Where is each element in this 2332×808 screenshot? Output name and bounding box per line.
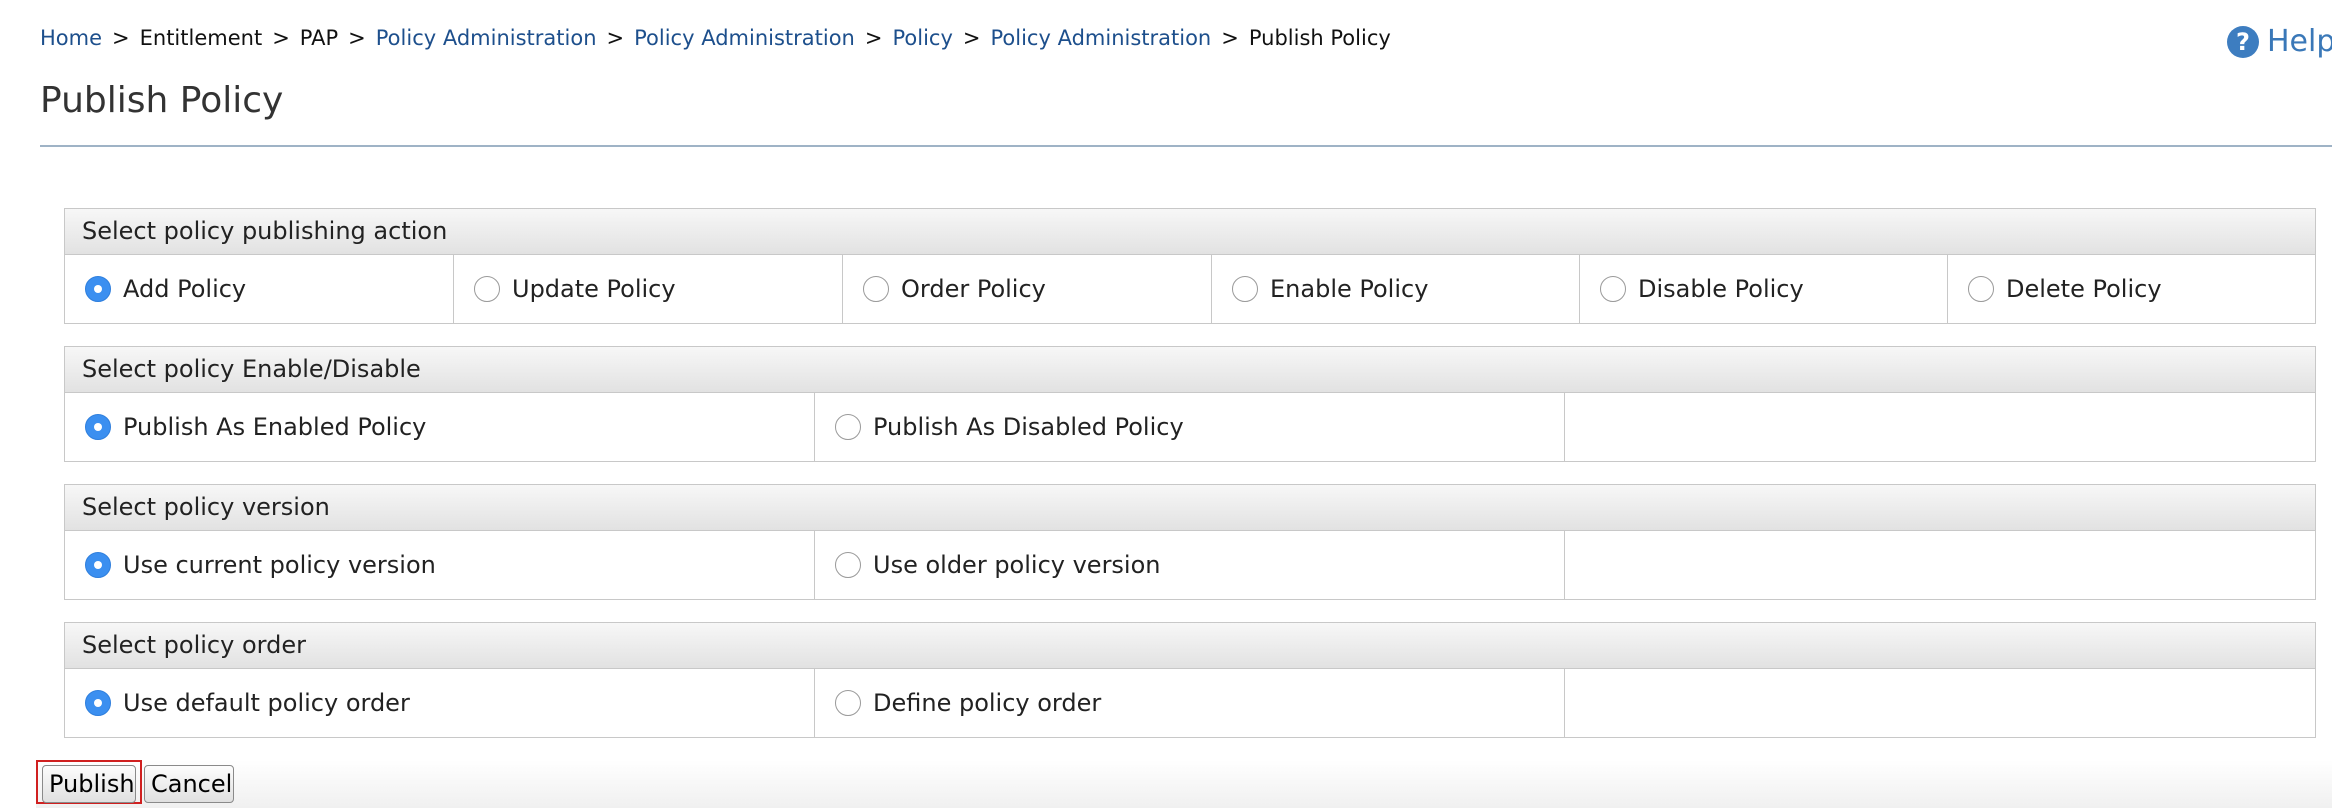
help-link[interactable]: ? Help [2227,24,2332,59]
section-header: Select policy Enable/Disable [65,347,2315,393]
radio-label: Publish As Disabled Policy [873,413,1184,441]
policy-order-options: Use default policy order Define policy o… [65,669,2315,737]
policy-version-section: Select policy version Use current policy… [64,484,2316,600]
policy-version-options: Use current policy version Use older pol… [65,531,2315,599]
radio-button-checked[interactable] [85,276,111,302]
empty-cell [1565,531,2315,599]
radio-label: Publish As Enabled Policy [123,413,427,441]
title-divider [40,145,2332,147]
radio-publish-enabled[interactable]: Publish As Enabled Policy [65,393,815,461]
breadcrumb-entitlement: Entitlement [139,26,263,50]
radio-button[interactable] [474,276,500,302]
button-bar: Publish Cancel [36,760,2332,808]
radio-button-checked[interactable] [85,414,111,440]
section-header: Select policy order [65,623,2315,669]
radio-button[interactable] [1232,276,1258,302]
breadcrumb-separator: > [864,26,883,50]
breadcrumb-separator: > [962,26,981,50]
radio-button[interactable] [835,690,861,716]
publishing-action-section: Select policy publishing action Add Poli… [64,208,2316,324]
radio-label: Delete Policy [2006,275,2162,303]
radio-delete-policy[interactable]: Delete Policy [1948,255,2315,323]
radio-button[interactable] [1600,276,1626,302]
breadcrumb-separator: > [112,26,130,50]
radio-order-policy[interactable]: Order Policy [843,255,1212,323]
cancel-button[interactable]: Cancel [144,765,234,803]
empty-cell [1565,393,2315,461]
radio-update-policy[interactable]: Update Policy [454,255,843,323]
section-header: Select policy version [65,485,2315,531]
radio-label: Update Policy [512,275,676,303]
radio-label: Use default policy order [123,689,410,717]
radio-button-checked[interactable] [85,552,111,578]
radio-label: Disable Policy [1638,275,1804,303]
breadcrumb-policy[interactable]: Policy [892,26,952,50]
radio-default-order[interactable]: Use default policy order [65,669,815,737]
publishing-action-options: Add Policy Update Policy Order Policy En… [65,255,2315,323]
breadcrumb-policy-administration-3[interactable]: Policy Administration [991,26,1212,50]
breadcrumb-policy-administration-1[interactable]: Policy Administration [376,26,597,50]
enable-disable-options: Publish As Enabled Policy Publish As Dis… [65,393,2315,461]
radio-label: Add Policy [123,275,247,303]
breadcrumb-home[interactable]: Home [40,26,102,50]
radio-label: Use older policy version [873,551,1161,579]
radio-button[interactable] [863,276,889,302]
radio-button[interactable] [835,414,861,440]
breadcrumb-separator: > [348,26,366,50]
breadcrumb-separator: > [1221,26,1239,50]
radio-label: Define policy order [873,689,1102,717]
radio-current-version[interactable]: Use current policy version [65,531,815,599]
radio-button[interactable] [835,552,861,578]
radio-older-version[interactable]: Use older policy version [815,531,1565,599]
radio-define-order[interactable]: Define policy order [815,669,1565,737]
empty-cell [1565,669,2315,737]
breadcrumb-separator: > [272,26,290,50]
breadcrumb-policy-administration-2[interactable]: Policy Administration [634,26,855,50]
radio-label: Order Policy [901,275,1046,303]
radio-disable-policy[interactable]: Disable Policy [1580,255,1948,323]
section-header: Select policy publishing action [65,209,2315,255]
publish-button[interactable]: Publish [42,765,136,803]
radio-button[interactable] [1968,276,1994,302]
page-title: Publish Policy [40,80,284,121]
radio-label: Enable Policy [1270,275,1429,303]
breadcrumb-pap: PAP [299,26,339,50]
breadcrumb: Home > Entitlement > PAP > Policy Administrati… [40,26,1391,50]
enable-disable-section: Select policy Enable/Disable Publish As … [64,346,2316,462]
breadcrumb-separator: > [606,26,625,50]
radio-button-checked[interactable] [85,690,111,716]
radio-label: Use current policy version [123,551,436,579]
radio-publish-disabled[interactable]: Publish As Disabled Policy [815,393,1565,461]
breadcrumb-current: Publish Policy [1248,26,1391,50]
radio-enable-policy[interactable]: Enable Policy [1212,255,1580,323]
radio-add-policy[interactable]: Add Policy [65,255,454,323]
question-circle-icon: ? [2227,25,2259,58]
help-label: Help [2267,24,2332,59]
policy-order-section: Select policy order Use default policy o… [64,622,2316,738]
